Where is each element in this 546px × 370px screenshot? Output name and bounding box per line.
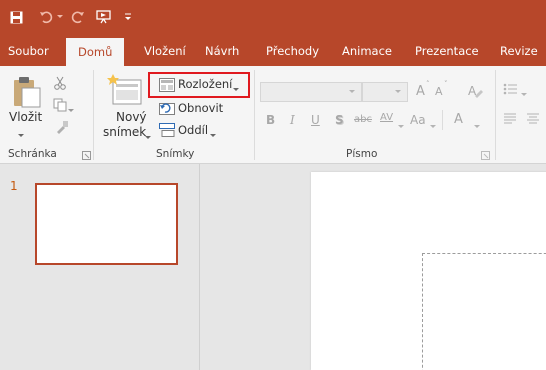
format-painter-icon[interactable]: [55, 120, 69, 137]
character-spacing-dropdown-icon[interactable]: [398, 119, 404, 132]
grow-font-button[interactable]: A: [416, 84, 425, 99]
shrink-font-button[interactable]: A: [435, 85, 443, 98]
customize-qat-icon[interactable]: [123, 8, 133, 26]
font-color-dropdown-icon[interactable]: [474, 119, 480, 132]
slide-thumbnail[interactable]: [35, 183, 178, 265]
italic-button[interactable]: I: [290, 113, 295, 127]
paste-button[interactable]: Vložit: [9, 110, 42, 124]
character-spacing-button[interactable]: AV: [380, 112, 393, 123]
ribbon-tabs: Soubor Domů Vložení Návrh Přechody Anima…: [0, 34, 546, 66]
font-launcher-icon[interactable]: [481, 150, 490, 160]
group-label-clipboard: Schránka: [8, 148, 57, 160]
new-slide-icon[interactable]: [107, 74, 143, 105]
cut-icon[interactable]: [53, 76, 67, 93]
bold-button[interactable]: B: [266, 113, 275, 127]
paste-dropdown-icon[interactable]: [18, 128, 24, 141]
text-shadow-button[interactable]: S: [335, 113, 344, 127]
quick-access-toolbar: [0, 0, 546, 34]
font-size-combobox[interactable]: [362, 82, 408, 102]
group-label-slides: Snímky: [156, 148, 195, 160]
change-case-button[interactable]: Aa: [410, 113, 426, 127]
slide-thumbnail-number: 1: [10, 179, 18, 193]
clipboard-launcher-icon[interactable]: [82, 150, 91, 160]
font-name-combobox[interactable]: [260, 82, 362, 102]
bullets-icon[interactable]: [503, 82, 519, 99]
tab-transitions[interactable]: Přechody: [266, 34, 319, 66]
new-slide-dropdown-icon[interactable]: [145, 130, 151, 143]
new-slide-label-2[interactable]: snímek: [103, 125, 146, 139]
save-icon[interactable]: [8, 8, 24, 26]
tab-insert[interactable]: Vložení: [144, 34, 186, 66]
tab-file[interactable]: Soubor: [8, 34, 49, 66]
reset-icon[interactable]: [159, 101, 175, 118]
reset-button[interactable]: Obnovit: [178, 101, 223, 115]
strikethrough-button[interactable]: abc: [354, 114, 372, 125]
group-separator: [93, 70, 94, 160]
section-button[interactable]: Oddíl: [178, 123, 208, 137]
start-from-beginning-icon[interactable]: [95, 8, 113, 26]
paste-icon[interactable]: [12, 74, 42, 108]
align-center-icon[interactable]: [526, 112, 540, 129]
section-icon[interactable]: [159, 123, 175, 140]
layout-highlight-box: [148, 72, 250, 98]
underline-button[interactable]: U: [311, 113, 320, 127]
grow-font-caret-icon: ˄: [426, 80, 430, 88]
section-dropdown-icon[interactable]: [210, 128, 216, 141]
text-placeholder[interactable]: [422, 253, 546, 370]
separator: [442, 110, 443, 130]
tab-animations[interactable]: Animace: [342, 34, 392, 66]
tab-design[interactable]: Návrh: [205, 34, 239, 66]
group-label-font: Písmo: [346, 148, 378, 160]
change-case-dropdown-icon[interactable]: [430, 119, 436, 132]
copy-icon[interactable]: [53, 98, 67, 115]
copy-dropdown-icon[interactable]: [68, 103, 74, 116]
shrink-font-caret-icon: ˅: [444, 80, 448, 88]
tab-slide-show[interactable]: Prezentace: [415, 34, 479, 66]
undo-icon[interactable]: [38, 8, 54, 26]
group-separator: [495, 70, 496, 160]
bullets-dropdown-icon[interactable]: [521, 87, 527, 100]
new-slide-label[interactable]: Nový: [116, 110, 147, 124]
font-color-button[interactable]: A: [454, 112, 463, 127]
redo-icon[interactable]: [70, 8, 86, 26]
align-left-icon[interactable]: [503, 112, 517, 129]
tab-review[interactable]: Revize: [500, 34, 538, 66]
tab-home[interactable]: Domů: [66, 38, 125, 66]
group-separator: [254, 70, 255, 160]
undo-dropdown-icon[interactable]: [56, 8, 64, 26]
clear-formatting-icon[interactable]: A: [467, 82, 483, 101]
